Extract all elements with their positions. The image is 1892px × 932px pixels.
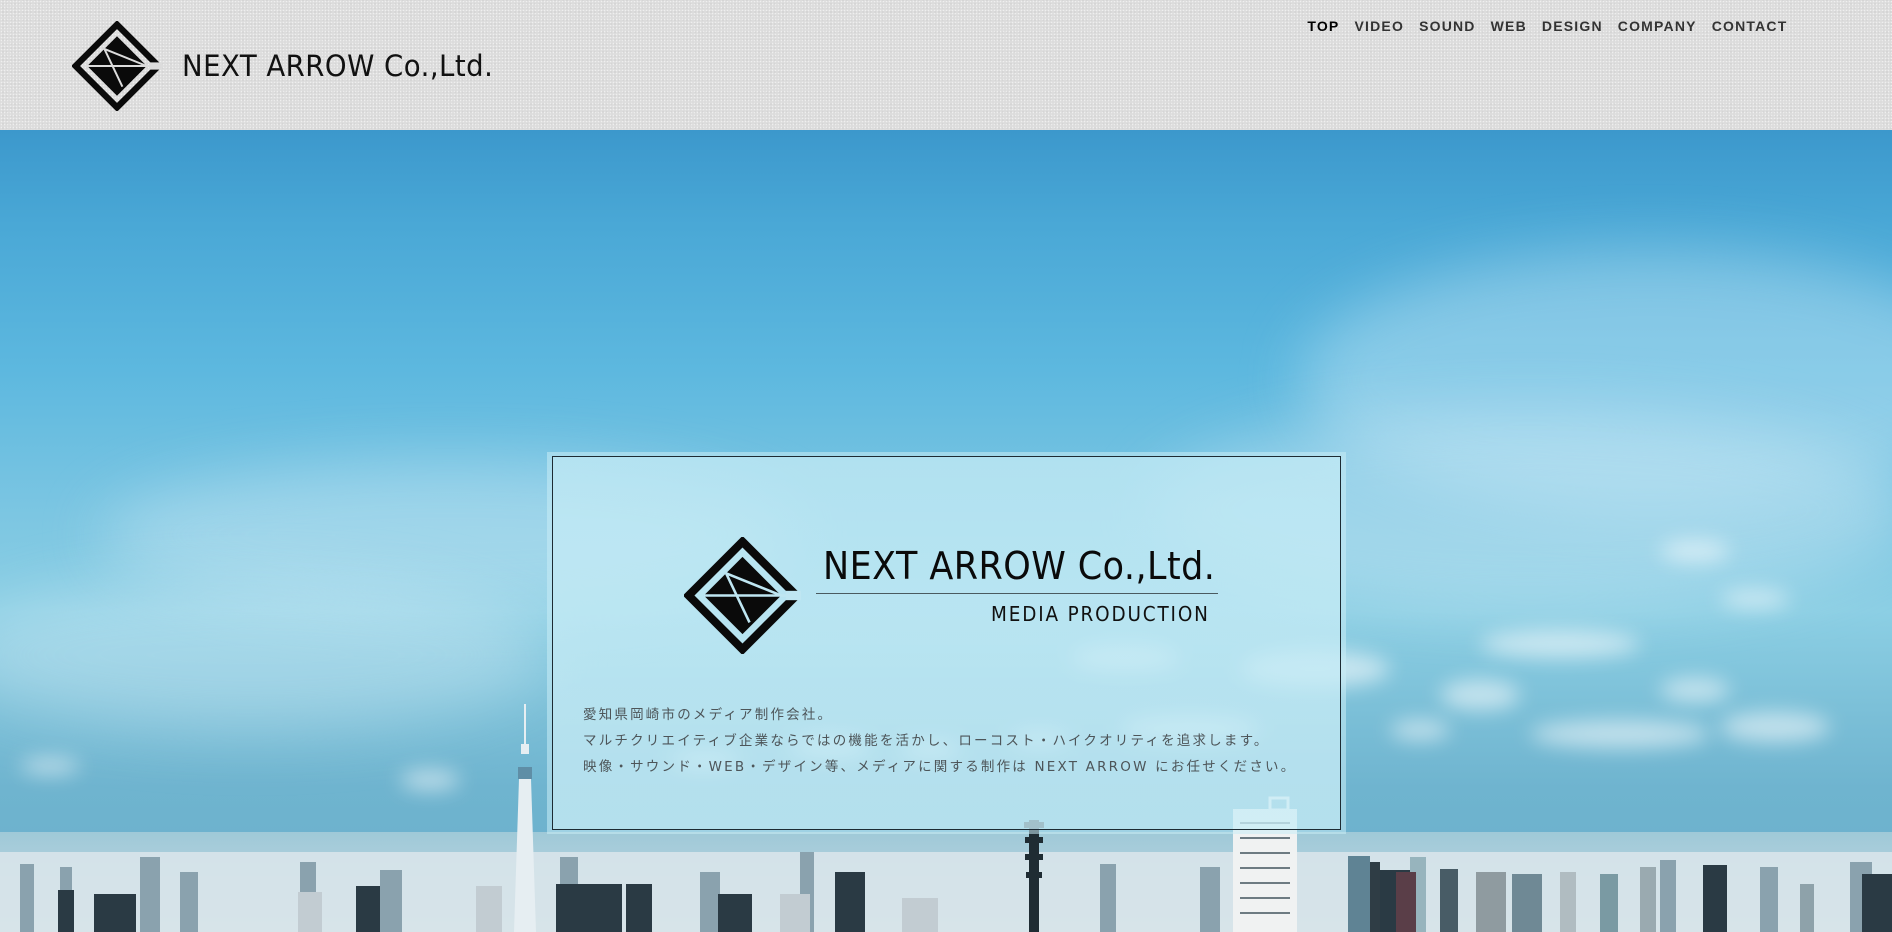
cloud	[1660, 540, 1730, 562]
brand-home-link[interactable]: NEXT ARROW Co.,Ltd.	[72, 20, 510, 112]
description-line: 映像・サウンド・WEB・デザイン等、メディアに関する制作は NEXT ARROW…	[583, 759, 1297, 775]
nav-company[interactable]: COMPANY	[1610, 16, 1704, 36]
brand-name: NEXT ARROW Co.,Ltd.	[182, 49, 494, 83]
nav-contact[interactable]: CONTACT	[1704, 16, 1795, 36]
intro-card-frame: NEXT ARROW Co.,Ltd. MEDIA PRODUCTION 愛知県…	[552, 456, 1341, 830]
card-description: 愛知県岡崎市のメディア制作会社。 マルチクリエイティブ企業ならではの機能を活かし…	[583, 702, 1296, 780]
intro-card: NEXT ARROW Co.,Ltd. MEDIA PRODUCTION 愛知県…	[547, 452, 1346, 834]
nav-top[interactable]: TOP	[1300, 16, 1347, 36]
card-title: NEXT ARROW Co.,Ltd.	[823, 544, 1216, 588]
main-nav: TOP VIDEO SOUND WEB DESIGN COMPANY CONTA…	[1300, 16, 1795, 36]
title-divider	[816, 593, 1218, 594]
description-line: 愛知県岡崎市のメディア制作会社。	[583, 707, 834, 723]
nav-design[interactable]: DESIGN	[1534, 16, 1610, 36]
cloud	[1720, 590, 1790, 608]
tv-tower	[514, 704, 536, 932]
cloud	[1480, 630, 1640, 658]
diamond-arrow-logo-icon	[72, 21, 162, 111]
hero-section: NEXT ARROW Co.,Ltd. MEDIA PRODUCTION 愛知県…	[0, 130, 1892, 932]
nav-video[interactable]: VIDEO	[1347, 16, 1412, 36]
nav-sound[interactable]: SOUND	[1412, 16, 1484, 36]
card-subtitle: MEDIA PRODUCTION	[991, 602, 1210, 626]
description-line: マルチクリエイティブ企業ならではの機能を活かし、ローコスト・ハイクオリティを追求…	[583, 733, 1270, 749]
nav-web[interactable]: WEB	[1483, 16, 1534, 36]
diamond-arrow-logo-icon	[684, 537, 801, 654]
site-header: NEXT ARROW Co.,Ltd. TOP VIDEO SOUND WEB …	[0, 0, 1892, 130]
